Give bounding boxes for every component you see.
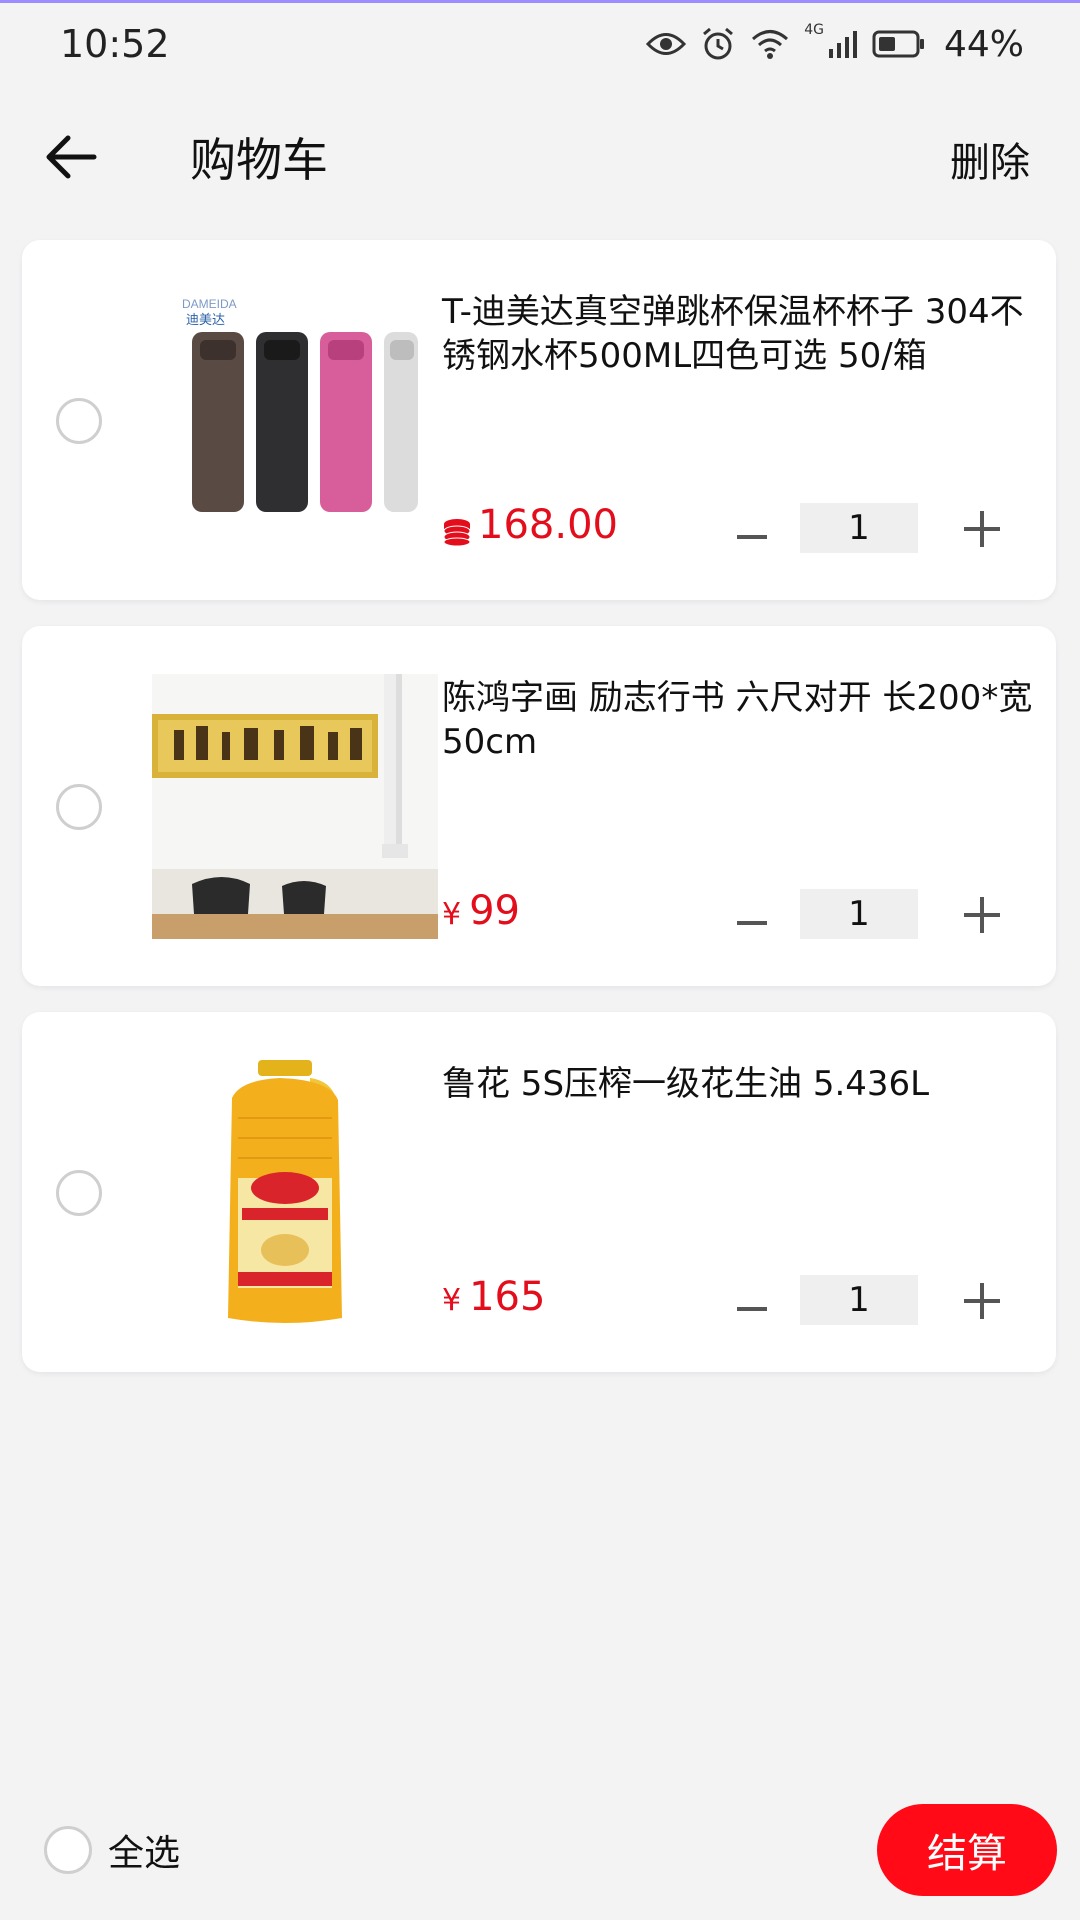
currency-symbol: ¥ [442,897,462,932]
header: 购物车 删除 [0,100,1080,212]
price-value: 168.00 [478,502,618,548]
battery-percent: 44% [943,23,1024,65]
brand-logo-text-cn: 迪美达 [186,313,225,328]
quantity-decrease-button[interactable] [722,512,782,562]
select-all-label: 全选 [108,1833,181,1874]
item-price: 168.00 [442,502,618,562]
eye-icon [646,33,687,55]
item-price: ¥ 165 [442,1274,545,1334]
cart-item-card: 鲁花 5S压榨一级花生油 5.436L ¥ 165 1 [22,1012,1056,1372]
quantity-increase-button[interactable] [952,890,1012,940]
alarm-icon [703,27,734,60]
item-title[interactable]: 陈鸿字画 励志行书 六尺对开 长200*宽50cm [442,676,1042,764]
cart-item-card: 陈鸿字画 励志行书 六尺对开 长200*宽50cm ¥ 99 1 [22,626,1056,986]
cart-item-card: DAMEIDA 迪美达 T-迪美达真空弹跳杯保温杯杯子 304不锈钢水杯500M… [22,240,1056,600]
status-bar: 10:52 4G 44% [0,0,1080,90]
plus-icon [964,1283,1000,1319]
wifi-icon [752,30,789,59]
minus-icon [737,921,767,925]
battery-icon [872,30,924,58]
item-price: ¥ 99 [442,888,520,948]
status-icons: 4G 44% [646,22,1024,66]
page-title: 购物车 [190,133,328,187]
select-all-radio[interactable] [44,1826,92,1874]
brand-logo-text: DAMEIDA [182,297,237,311]
signal-icon [828,31,857,58]
price-value: 99 [469,888,520,934]
minus-icon [737,535,767,539]
plus-icon [964,897,1000,933]
select-all-toggle[interactable]: 全选 [44,1824,180,1876]
plus-icon [964,511,1000,547]
back-arrow-icon [46,135,97,179]
minus-icon [737,1307,767,1311]
quantity-decrease-button[interactable] [722,1284,782,1334]
item-title[interactable]: 鲁花 5S压榨一级花生油 5.436L [442,1062,1042,1106]
product-image [220,1058,350,1328]
status-time: 10:52 [60,22,170,66]
price-value: 165 [469,1274,546,1320]
item-select-radio[interactable] [56,784,102,830]
coin-icon [443,519,471,547]
back-button[interactable] [36,122,106,192]
product-image [152,674,438,939]
network-type-label: 4G [804,22,824,38]
quantity-increase-button[interactable] [952,504,1012,554]
product-image: DAMEIDA 迪美达 [152,292,422,557]
item-select-radio[interactable] [56,1170,102,1216]
quantity-increase-button[interactable] [952,1276,1012,1326]
item-select-radio[interactable] [56,398,102,444]
quantity-value[interactable]: 1 [800,889,918,939]
quantity-decrease-button[interactable] [722,898,782,948]
quantity-value[interactable]: 1 [800,503,918,553]
delete-button[interactable]: 删除 [950,130,1030,188]
checkout-button[interactable]: 结算 [877,1804,1057,1896]
item-title[interactable]: T-迪美达真空弹跳杯保温杯杯子 304不锈钢水杯500ML四色可选 50/箱 [442,290,1042,378]
currency-symbol: ¥ [442,1283,462,1318]
quantity-value[interactable]: 1 [800,1275,918,1325]
